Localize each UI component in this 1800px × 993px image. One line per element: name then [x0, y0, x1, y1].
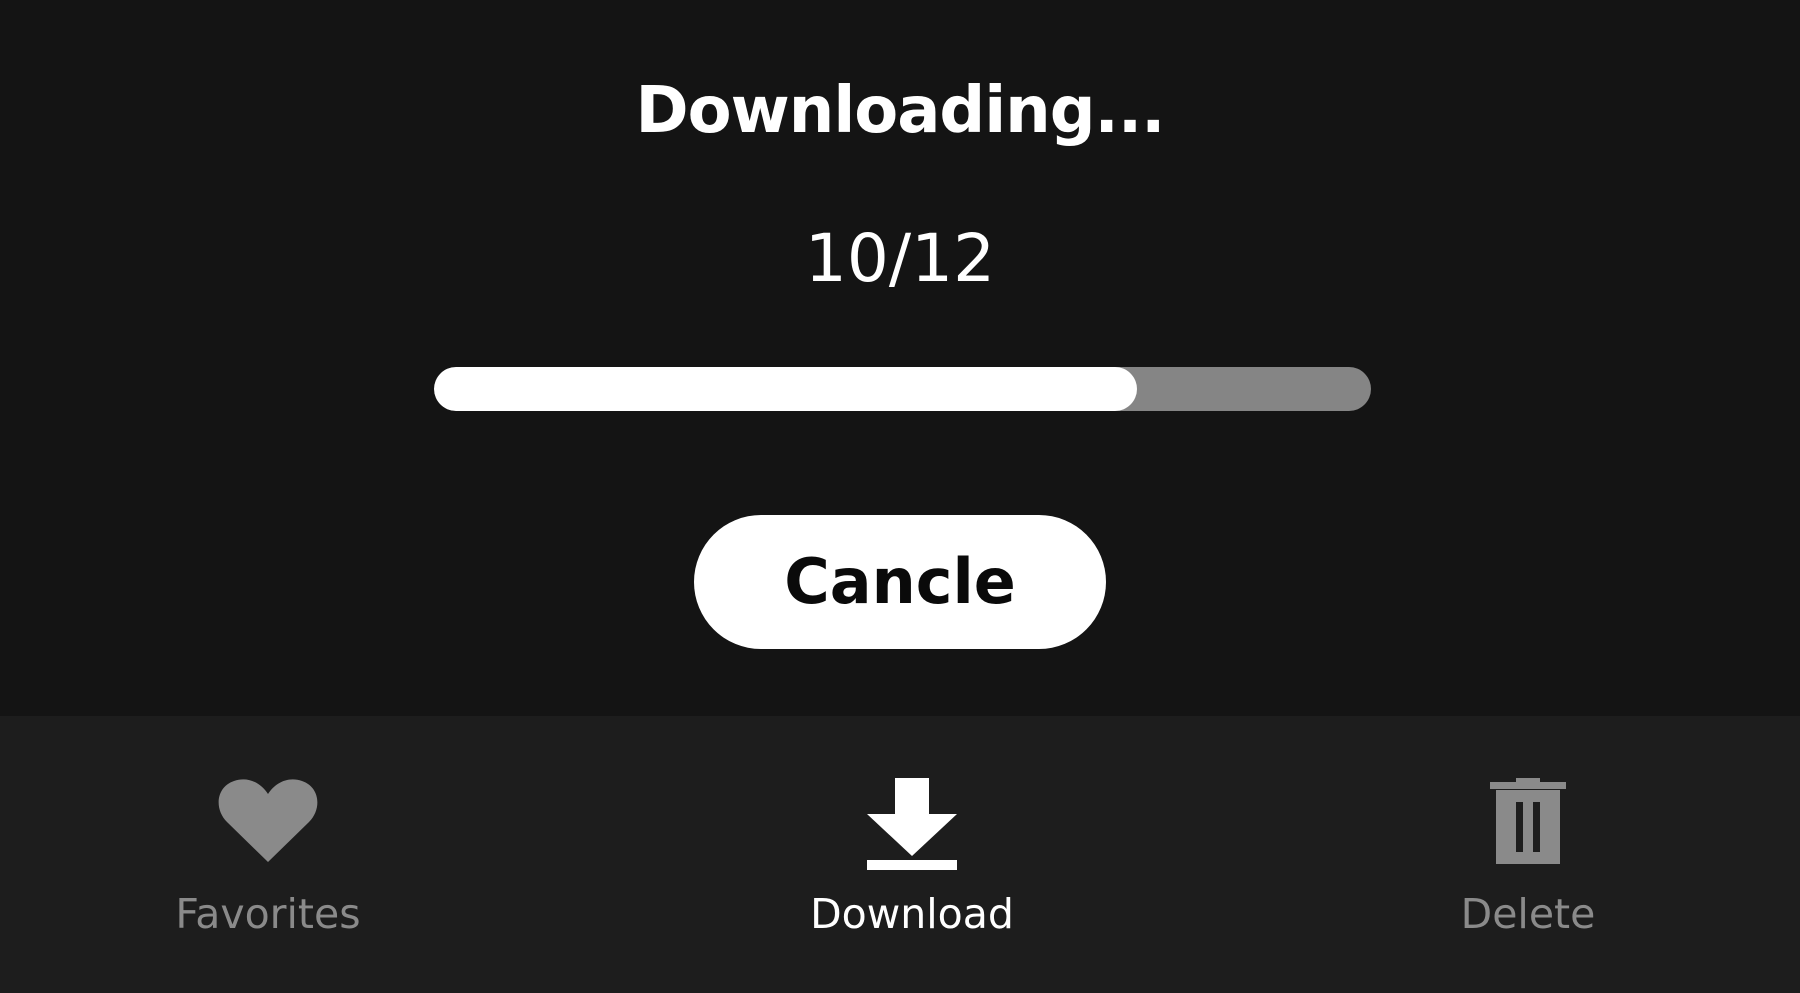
progress-bar — [434, 367, 1371, 411]
download-dialog: Downloading... 10/12 Cancle — [0, 0, 1800, 716]
trash-icon — [1490, 778, 1566, 868]
nav-item-download[interactable]: Download — [772, 716, 1052, 993]
nav-item-delete[interactable]: Delete — [1388, 716, 1668, 993]
dialog-title: Downloading... — [635, 74, 1166, 148]
nav-label-favorites: Favorites — [175, 890, 361, 938]
nav-label-download: Download — [810, 890, 1014, 938]
download-screen: Downloading... 10/12 Cancle Favorites Do… — [0, 0, 1800, 993]
cancel-button[interactable]: Cancle — [694, 515, 1106, 649]
download-icon — [867, 778, 957, 874]
nav-item-favorites[interactable]: Favorites — [128, 716, 408, 993]
bottom-nav: Favorites Download Delete — [0, 716, 1800, 993]
heart-icon — [218, 778, 318, 868]
progress-fill — [434, 367, 1137, 411]
nav-label-delete: Delete — [1460, 890, 1596, 938]
download-counter: 10/12 — [804, 220, 996, 297]
